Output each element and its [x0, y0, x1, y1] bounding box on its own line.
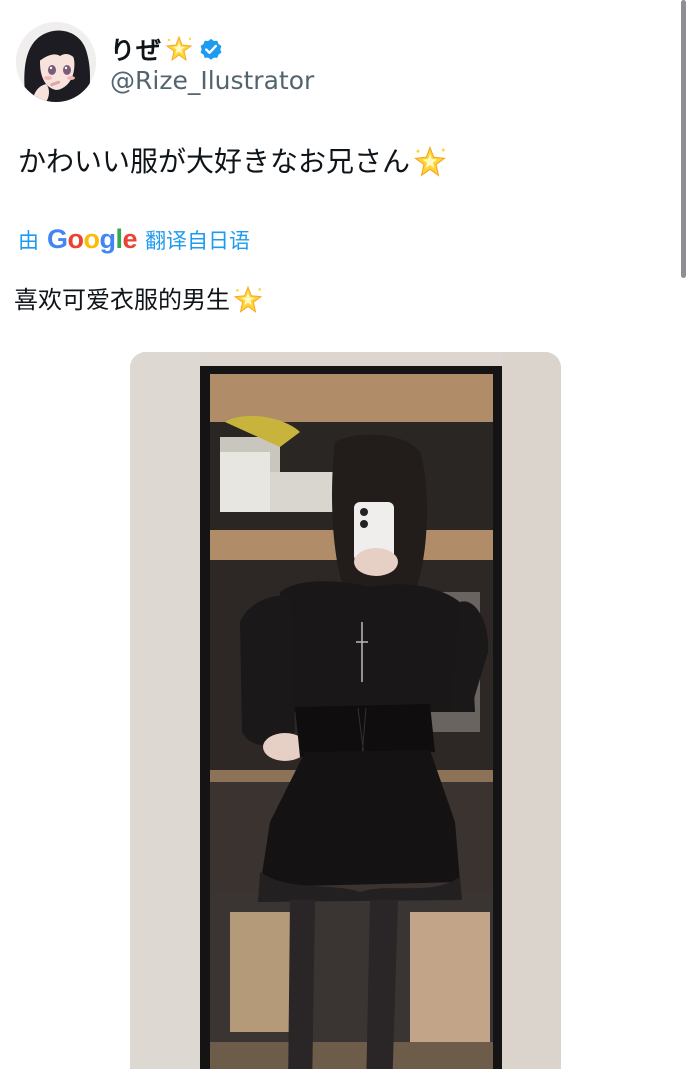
translated-text: 喜欢可爱衣服的男生	[14, 280, 264, 320]
avatar[interactable]	[16, 22, 96, 102]
display-name[interactable]: りぜ	[110, 31, 162, 67]
verified-badge-icon[interactable]	[198, 36, 224, 62]
author-names: りぜ @Rize_Ilustrator	[110, 28, 314, 96]
scrollbar[interactable]	[681, 0, 686, 278]
glowing-star-emoji-icon	[233, 285, 263, 313]
glowing-star-emoji-icon	[165, 35, 193, 62]
translation-attribution[interactable]: 由 Google 翻译自日语	[18, 224, 250, 255]
translation-prefix: 由	[18, 228, 39, 253]
glowing-star-emoji-icon	[413, 145, 447, 177]
author-handle[interactable]: @Rize_Ilustrator	[110, 66, 314, 96]
mirror-selfie-image	[130, 352, 561, 1069]
tweet-header: りぜ @Rize_Ilustrator	[16, 22, 314, 102]
tweet-text-content: かわいい服が大好きなお兄さん	[18, 145, 411, 178]
display-name-row[interactable]: りぜ	[110, 28, 314, 70]
tweet-detail-page: りぜ @Rize_Ilustrator かわいい服が大好きなお兄さん 由 Goo…	[0, 0, 690, 1069]
tweet-text: かわいい服が大好きなお兄さん	[18, 140, 448, 184]
google-logo: Google	[47, 224, 138, 254]
avatar-illustration	[16, 22, 96, 102]
translation-suffix: 翻译自日语	[145, 228, 251, 253]
translated-text-content: 喜欢可爱衣服的男生	[14, 286, 230, 314]
tweet-photo[interactable]	[130, 352, 561, 1069]
